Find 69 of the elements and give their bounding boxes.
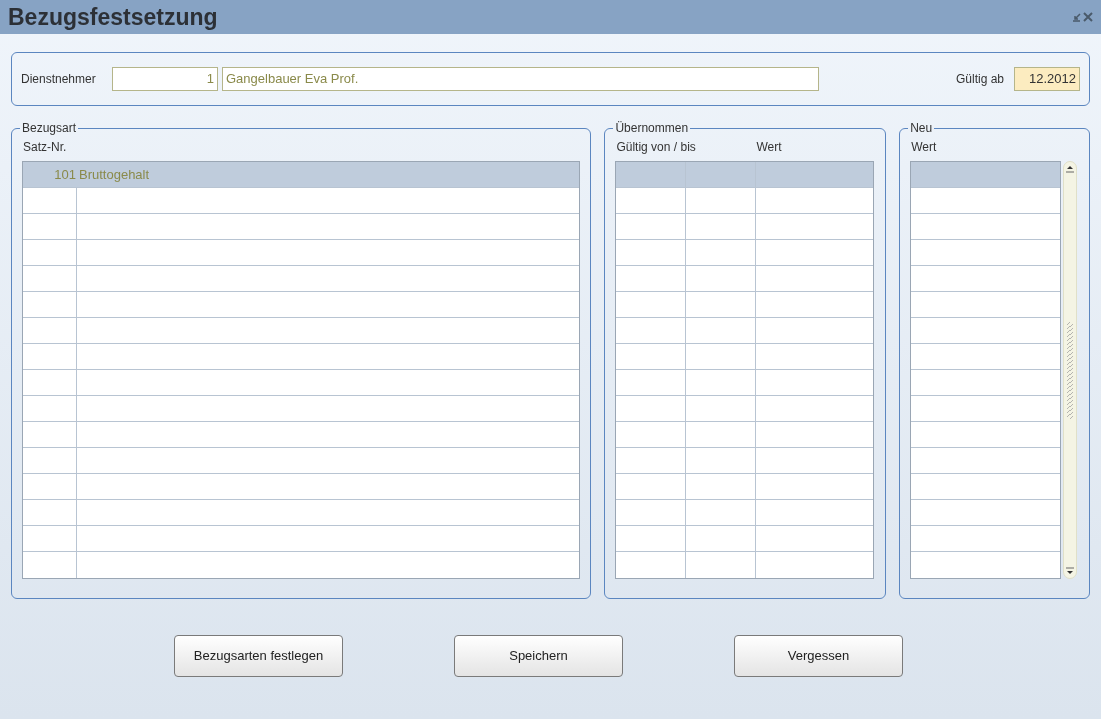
table-row[interactable] <box>23 448 579 474</box>
table-row[interactable] <box>616 422 874 448</box>
table-row[interactable] <box>23 214 579 240</box>
table-row[interactable] <box>616 344 874 370</box>
table-cell: 101 <box>54 167 76 182</box>
table-row[interactable] <box>616 396 874 422</box>
minimize-icon[interactable] <box>1072 12 1081 22</box>
table-row[interactable] <box>616 474 874 500</box>
table-row[interactable] <box>23 396 579 422</box>
table-row[interactable] <box>911 448 1061 474</box>
table-row[interactable] <box>23 422 579 448</box>
table-row[interactable] <box>911 500 1061 526</box>
table-row[interactable] <box>911 396 1061 422</box>
table-row[interactable] <box>616 526 874 552</box>
scroll-up-icon[interactable] <box>1065 163 1076 173</box>
date-field[interactable]: 12.2012 <box>1014 67 1080 91</box>
table-row[interactable] <box>616 552 874 578</box>
table-row[interactable] <box>616 162 874 188</box>
table-row[interactable] <box>616 370 874 396</box>
column-header: Satz-Nr. <box>23 139 68 156</box>
table-row[interactable] <box>23 292 579 318</box>
table-row[interactable] <box>23 526 579 552</box>
action-button[interactable]: Vergessen <box>734 635 903 677</box>
table-row[interactable] <box>911 240 1061 266</box>
field-label: Gültig ab <box>955 71 1004 88</box>
table-row[interactable] <box>616 266 874 292</box>
table-row[interactable] <box>23 344 579 370</box>
table-cell: Bruttogehalt <box>79 167 150 182</box>
table-row[interactable] <box>616 500 874 526</box>
table-row[interactable] <box>23 318 579 344</box>
table-row[interactable] <box>911 214 1061 240</box>
column-header: Gültig von / bis <box>616 139 697 156</box>
action-button[interactable]: Speichern <box>454 635 623 677</box>
action-button[interactable]: Bezugsarten festlegen <box>174 635 343 677</box>
table-row[interactable] <box>23 500 579 526</box>
name-field[interactable]: Gangelbauer Eva Prof. <box>222 67 819 91</box>
table-row[interactable] <box>911 422 1061 448</box>
table-row[interactable] <box>911 318 1061 344</box>
table-row[interactable] <box>23 188 579 214</box>
table-row[interactable] <box>616 448 874 474</box>
table-row[interactable] <box>616 214 874 240</box>
group-legend: Bezugsart <box>20 119 79 137</box>
table-row[interactable] <box>616 240 874 266</box>
number-field[interactable]: 1 <box>112 67 218 91</box>
table-row[interactable] <box>23 266 579 292</box>
table-row[interactable] <box>616 318 874 344</box>
table-row[interactable] <box>911 266 1061 292</box>
table-row[interactable] <box>911 474 1061 500</box>
table-row[interactable] <box>23 552 579 578</box>
table-row[interactable] <box>911 292 1061 318</box>
table-row[interactable] <box>23 474 579 500</box>
field-label: Dienstnehmer <box>21 71 97 88</box>
scroll-down-icon[interactable] <box>1065 567 1076 577</box>
table-row[interactable] <box>23 240 579 266</box>
table-row[interactable] <box>616 188 874 214</box>
window-title: Bezugsfestsetzung <box>8 2 218 32</box>
table-row[interactable] <box>23 370 579 396</box>
table-row[interactable] <box>911 344 1061 370</box>
scrollbar[interactable] <box>1063 161 1078 579</box>
table-row[interactable] <box>911 526 1061 552</box>
group-legend: Übernommen <box>613 119 691 137</box>
close-icon[interactable] <box>1083 12 1093 22</box>
column-header: Wert <box>911 139 938 156</box>
column-header: Wert <box>756 139 782 156</box>
table-row[interactable] <box>911 188 1061 214</box>
group-legend: Neu <box>908 119 935 137</box>
scroll-grip-icon[interactable] <box>1066 321 1075 419</box>
table-row[interactable] <box>616 292 874 318</box>
table-row[interactable] <box>911 370 1061 396</box>
